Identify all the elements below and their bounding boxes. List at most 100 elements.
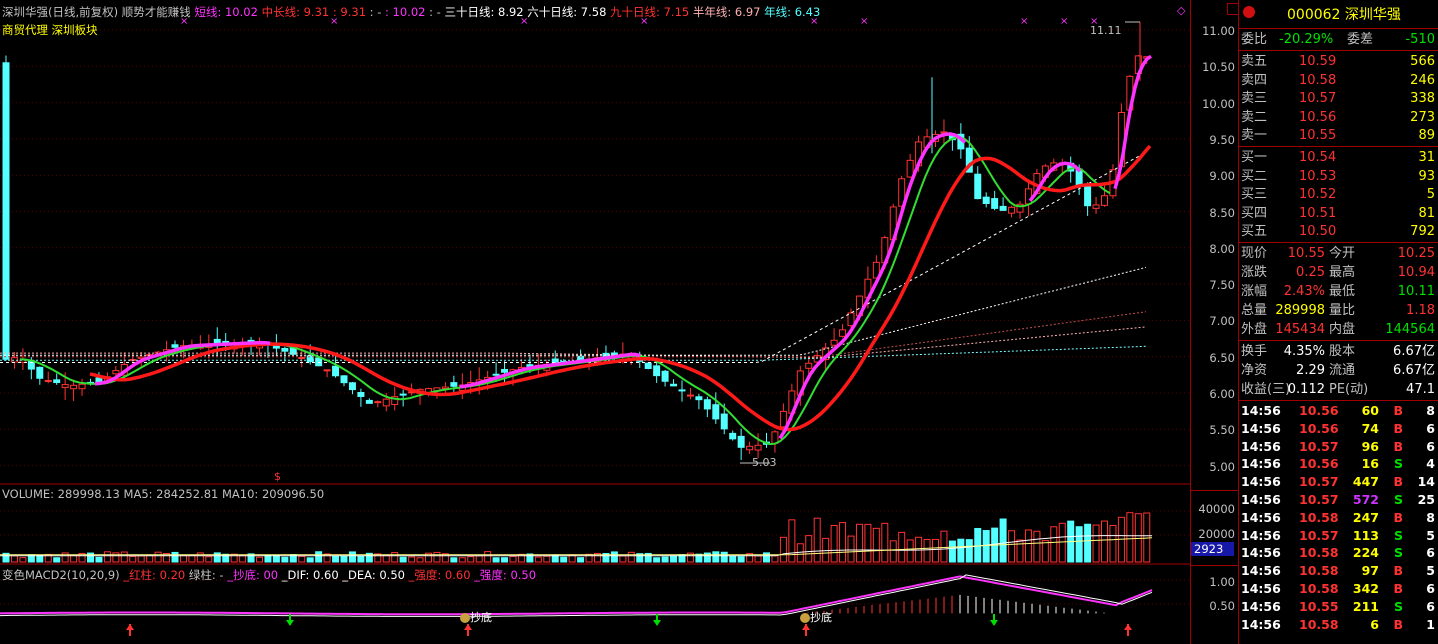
candle-body <box>323 369 331 372</box>
stat-value: 6.67亿 <box>1393 363 1435 378</box>
kline-chart[interactable]: × × × × × × × × × <box>0 0 1190 644</box>
ma-sep-1: : 9.31 <box>329 5 367 19</box>
sector-tags[interactable]: 商贸代理 深圳板块 <box>2 22 98 38</box>
tick-count: 6 <box>1426 438 1435 454</box>
stat-row: 换手 4.35% 股本 6.67亿 <box>1241 342 1437 361</box>
stat-label: 最高 <box>1329 265 1356 280</box>
stat-label: 现价 <box>1241 246 1268 261</box>
volume-bar <box>889 540 897 563</box>
volume-bar <box>450 557 458 563</box>
volume-bar <box>906 539 914 563</box>
tick-price: 10.58 <box>1299 616 1339 632</box>
volume-bar <box>779 536 787 563</box>
diamond-icon[interactable]: ◇ <box>1177 4 1187 17</box>
stat-row: 外盘 145434 内盘 144564 <box>1241 320 1437 339</box>
candle-body <box>281 347 289 352</box>
tick-volume: 224 <box>1352 545 1379 561</box>
volume-bar <box>1126 512 1134 563</box>
stat-value: 145434 <box>1275 322 1325 337</box>
tick-count: 4 <box>1426 456 1435 472</box>
money-bag-icon <box>800 613 810 623</box>
stat-label: 流通 <box>1329 363 1356 378</box>
volume-bar <box>433 551 441 563</box>
tick-volume: 113 <box>1352 527 1379 543</box>
volume-bar <box>737 556 745 563</box>
candle-body <box>653 365 661 377</box>
volume-bar <box>348 551 356 563</box>
tick-side: S <box>1393 545 1403 561</box>
volume-bar <box>1016 539 1024 563</box>
divider <box>1239 28 1438 29</box>
price-tick: 10.00 <box>1202 96 1235 111</box>
bid-label: 买四 <box>1241 205 1268 221</box>
stat-row: 收益(三) 0.112 PE(动) 47.1 <box>1241 380 1437 399</box>
tick-time: 14:56 <box>1241 598 1281 614</box>
candle-body <box>737 435 745 448</box>
volume-bar <box>754 555 762 563</box>
divider <box>1239 242 1438 243</box>
tick-side: B <box>1393 509 1403 525</box>
stat-label: 今开 <box>1329 246 1356 261</box>
tick-price: 10.56 <box>1299 403 1339 418</box>
bottom-signal-2: 抄底 <box>800 609 832 625</box>
ma60-value: 7.58 <box>580 5 607 19</box>
ma90-label: 九十日线: <box>610 5 664 19</box>
macd-bottom-label: _抄底: 00 <box>227 568 279 582</box>
tick-row: 14:56 10.58 6 B 1 <box>1241 616 1437 634</box>
candle-body <box>332 365 340 377</box>
stock-code: 000062 <box>1287 7 1341 23</box>
candle-body <box>670 383 678 387</box>
dividend-marker[interactable]: $ <box>274 470 281 483</box>
volume-axis-20000: 20000 <box>1198 527 1235 541</box>
volume-bar <box>408 556 416 563</box>
ask-volume: 273 <box>1410 109 1435 125</box>
volume-bar <box>1075 526 1083 563</box>
tick-price: 10.57 <box>1299 527 1339 543</box>
volume-bar <box>154 551 162 563</box>
ask-volume: 89 <box>1418 128 1435 144</box>
candle-body <box>678 389 686 392</box>
candle-body <box>348 382 356 391</box>
volume-bar <box>10 555 18 563</box>
ask-row: 卖一 10.55 89 <box>1241 126 1437 145</box>
volume-bar <box>272 554 280 563</box>
stat-value: 0.112 <box>1287 382 1325 397</box>
stock-code-name[interactable]: 000062 深圳华强 <box>1287 4 1401 24</box>
stat-label: 内盘 <box>1329 322 1356 337</box>
bottom-signal-1-label: 抄底 <box>470 611 492 624</box>
volume-bar <box>399 556 407 563</box>
tick-row: 14:56 10.58 342 B 6 <box>1241 580 1437 598</box>
volume-bar <box>256 556 263 563</box>
volume-bar <box>965 539 973 563</box>
ma-short-label: 短线: <box>194 5 225 19</box>
volume-bar <box>974 527 982 563</box>
macd-strong-label: _强度: 0.60 <box>408 568 471 582</box>
volume-bar <box>137 555 145 563</box>
stat-label: PE(动) <box>1329 382 1369 397</box>
volume-bar <box>120 551 128 563</box>
volume-bar <box>661 556 669 563</box>
ma-sep-2: : - <box>366 5 386 19</box>
volume-bar <box>543 555 551 563</box>
ask-row: 卖五 10.59 566 <box>1241 52 1437 71</box>
volume-bar <box>940 530 948 563</box>
volume-bar <box>509 555 517 563</box>
stat-value: 2.29 <box>1296 363 1325 378</box>
macd-dif-label: _DIF: 0.60 <box>281 568 339 582</box>
volume-bar <box>1024 529 1032 563</box>
divider <box>1239 146 1438 147</box>
stat-value: 1.18 <box>1406 303 1435 318</box>
kline-chart-area[interactable]: × × × × × × × × × 深圳华强(日线,前复权) 顺势才能赚钱 短线: 10.02 … <box>0 0 1190 644</box>
bid-row: 买一 10.54 31 <box>1241 148 1437 167</box>
ma30-label: 三十日线: <box>444 5 498 19</box>
price-tick: 11.00 <box>1202 24 1235 38</box>
volume-bar <box>416 557 424 563</box>
bid-volume: 81 <box>1418 205 1435 221</box>
volume-bar <box>619 555 627 563</box>
tick-count: 8 <box>1426 509 1435 525</box>
volume-bar <box>1101 520 1108 563</box>
candle-body <box>44 379 52 382</box>
ma250-label: 年线: <box>764 5 795 19</box>
tick-side: B <box>1393 438 1403 454</box>
volume-bar <box>855 523 863 563</box>
